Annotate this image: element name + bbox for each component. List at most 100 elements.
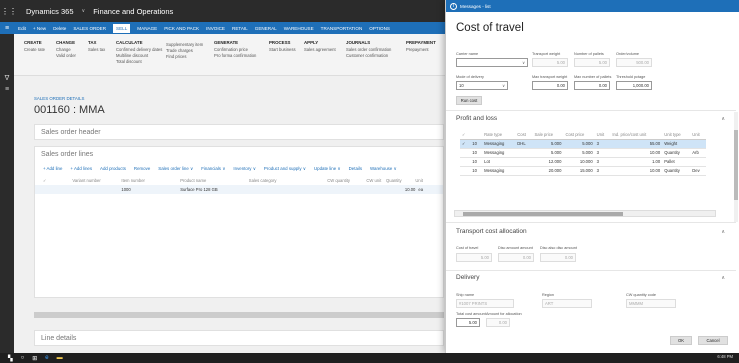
grid-cell[interactable]: 3: [594, 148, 611, 158]
chevron-down-icon[interactable]: ∨: [522, 60, 525, 65]
row-checkbox[interactable]: [460, 148, 471, 158]
update-line-menu[interactable]: Update line ∨: [314, 166, 341, 172]
vertical-scrollbar[interactable]: [734, 112, 738, 222]
mode-of-delivery-select[interactable]: 10 ∨: [456, 81, 508, 90]
chevron-up-icon[interactable]: ∧: [721, 116, 725, 122]
column-header[interactable]: ✓: [43, 178, 72, 183]
grid-cell[interactable]: Arb: [690, 148, 706, 158]
grid-cell[interactable]: 10: [470, 148, 483, 158]
grid-cell[interactable]: Lot: [482, 157, 516, 167]
grid-cell[interactable]: Weight: [662, 139, 691, 149]
add-products-button[interactable]: Add products: [100, 166, 126, 172]
scrollbar-thumb[interactable]: [463, 212, 623, 216]
remove-button[interactable]: Remove: [134, 166, 150, 172]
max-pallets-input[interactable]: 0.00: [574, 81, 610, 90]
grid-cell[interactable]: 12.000: [532, 157, 564, 167]
column-header[interactable]: [470, 131, 483, 140]
column-header[interactable]: Quantity: [386, 178, 415, 183]
product-name-cell[interactable]: Surface Pro 128 GB: [180, 187, 327, 192]
grid-cell[interactable]: 10: [470, 166, 483, 176]
grid-cell[interactable]: 20.000: [532, 166, 564, 176]
edit-button[interactable]: Edit: [18, 26, 26, 31]
transport-allocation-section[interactable]: Transport cost allocation: [456, 228, 527, 235]
new-button[interactable]: + New: [33, 26, 46, 31]
grid-cell[interactable]: 3: [594, 139, 611, 149]
grid-cell[interactable]: [515, 157, 533, 167]
table-row[interactable]: 1000 Surface Pro 128 GB 10.00 ea: [35, 185, 443, 194]
grid-cell[interactable]: Messaging: [482, 139, 516, 149]
column-header[interactable]: CW quantity: [327, 178, 366, 183]
grid-cell[interactable]: 5.000: [532, 148, 564, 158]
table-row[interactable]: 10 Lot 12.000 10.000 3 1.00 Pallet: [460, 157, 706, 167]
select-all-checkbox[interactable]: ✓: [460, 131, 471, 140]
unit-cell[interactable]: ea: [415, 187, 435, 192]
table-row[interactable]: 10 Messaging 20.000 15.000 3 10.00 Quant…: [460, 166, 706, 176]
app-title[interactable]: Dynamics 365: [26, 7, 74, 16]
clock[interactable]: 6:48 PM: [717, 354, 733, 359]
ok-button[interactable]: OK: [670, 336, 692, 345]
tab-general[interactable]: GENERAL: [255, 26, 277, 31]
tab-manage[interactable]: MANAGE: [137, 26, 157, 31]
ribbon-item[interactable]: Total discount: [116, 59, 162, 65]
tab-sell[interactable]: SELL: [113, 23, 131, 33]
grid-cell[interactable]: 5.000: [563, 148, 595, 158]
quantity-cell[interactable]: 10.00: [386, 187, 415, 192]
tab-warehouse[interactable]: WAREHOUSE: [284, 26, 314, 31]
grid-cell[interactable]: 5.000: [563, 139, 595, 149]
details-button[interactable]: Details: [349, 166, 362, 172]
grid-cell[interactable]: [690, 139, 706, 149]
chevron-up-icon[interactable]: ∧: [721, 229, 725, 235]
grid-cell[interactable]: Dev: [690, 166, 706, 176]
grid-cell[interactable]: 15.000: [563, 166, 595, 176]
column-header[interactable]: Variant number: [72, 178, 121, 183]
column-header[interactable]: Item number: [121, 178, 180, 183]
grid-cell[interactable]: 3: [594, 157, 611, 167]
column-header[interactable]: CW unit: [366, 178, 386, 183]
app-launcher-icon[interactable]: ⋮⋮: [0, 0, 18, 22]
ribbon-item[interactable]: Prepayment: [406, 47, 436, 53]
grid-cell[interactable]: [515, 166, 533, 176]
sales-order-header-card[interactable]: Sales order header: [34, 124, 444, 140]
delivery-section[interactable]: Delivery: [456, 274, 479, 281]
ribbon-item[interactable]: Create rate: [24, 47, 45, 53]
tab-invoice[interactable]: INVOICE: [206, 26, 225, 31]
grid-cell[interactable]: 5.000: [532, 139, 564, 149]
chevron-up-icon[interactable]: ∧: [721, 275, 725, 281]
table-row[interactable]: ✓ 10 Messaging DHL 5.000 5.000 3 55.00 W…: [460, 139, 706, 149]
grid-cell[interactable]: Messaging: [482, 148, 516, 158]
profit-loss-section[interactable]: Profit and loss: [456, 115, 497, 122]
column-header[interactable]: Rate type: [482, 131, 516, 140]
filter-icon[interactable]: ∇: [0, 74, 14, 82]
message-tab[interactable]: Messages - list: [460, 4, 491, 9]
horizontal-scrollbar[interactable]: [454, 210, 716, 217]
row-checkbox[interactable]: [460, 166, 471, 176]
ribbon-item[interactable]: Customer confirmation: [346, 53, 391, 59]
grid-cell[interactable]: 10: [470, 139, 483, 149]
column-header[interactable]: Unit: [690, 131, 706, 140]
tab-options[interactable]: OPTIONS: [369, 26, 390, 31]
chevron-down-icon[interactable]: ∨: [502, 83, 505, 88]
column-header[interactable]: Unit: [594, 131, 611, 140]
ribbon-item[interactable]: Start business: [269, 47, 296, 53]
grid-cell[interactable]: 10: [470, 157, 483, 167]
delete-button[interactable]: Delete: [53, 26, 66, 31]
ribbon-item[interactable]: Find prices: [166, 54, 203, 60]
horizontal-scrollbar[interactable]: [34, 312, 444, 318]
max-weight-input[interactable]: 0.00: [532, 81, 568, 90]
ribbon-item[interactable]: Sales agreement: [304, 47, 336, 53]
add-line-button[interactable]: + Add line: [43, 166, 62, 172]
column-header[interactable]: Unit type: [662, 131, 691, 140]
run-cost-button[interactable]: Run cost: [456, 96, 482, 105]
tab-pick-and-pack[interactable]: PICK AND PACK: [164, 26, 199, 31]
windows-start-icon[interactable]: ▚: [8, 355, 13, 362]
browser-icon[interactable]: e: [45, 355, 48, 361]
grid-cell[interactable]: 10.00: [610, 166, 663, 176]
inventory-menu[interactable]: Inventory ∨: [233, 166, 256, 172]
ribbon-item[interactable]: Sales tax: [88, 47, 105, 53]
grid-cell[interactable]: 10.00: [610, 148, 663, 158]
grid-cell[interactable]: [515, 148, 533, 158]
grid-cell[interactable]: DHL: [515, 139, 533, 149]
column-header[interactable]: Cost: [515, 131, 533, 140]
column-header[interactable]: Product name: [180, 178, 249, 183]
info-icon[interactable]: i: [450, 2, 457, 10]
